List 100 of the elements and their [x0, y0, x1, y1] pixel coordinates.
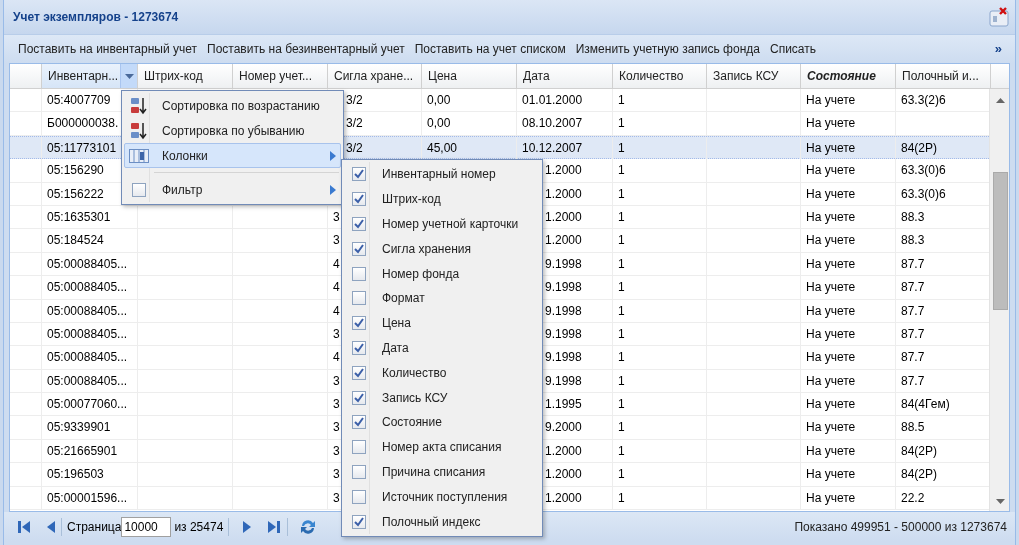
check-icon	[354, 194, 364, 205]
previous-page-icon[interactable]	[46, 518, 56, 535]
table-cell: 0,00	[422, 89, 517, 112]
table-cell: 05:21665901	[42, 439, 138, 463]
table-cell: 05:00001596...	[42, 486, 138, 510]
table-cell: 1	[613, 276, 707, 299]
scroll-down-icon[interactable]	[996, 499, 1006, 504]
toolbar-button[interactable]: Поставить на безинвентарный учет	[202, 39, 410, 59]
check-icon	[354, 367, 364, 378]
check-icon	[354, 169, 364, 180]
table-cell: 08.10.2007	[517, 112, 613, 135]
table-cell: 1	[613, 205, 707, 229]
checkbox[interactable]	[352, 291, 366, 306]
refresh-icon[interactable]	[299, 517, 318, 536]
table-cell: На учете	[801, 136, 896, 160]
table-cell: На учете	[801, 322, 896, 346]
columns-icon	[129, 148, 149, 163]
checkbox[interactable]	[352, 489, 366, 504]
table-cell: На учете	[801, 229, 896, 252]
check-icon	[354, 219, 364, 229]
sort-icon	[130, 121, 148, 140]
table-cell: 1	[613, 159, 707, 182]
check-icon	[354, 342, 364, 353]
page-label: Страница	[67, 518, 122, 536]
table-cell: На учете	[801, 439, 896, 463]
page-field[interactable]: 10000	[121, 516, 172, 537]
menu-item[interactable]: Полочный индекс	[344, 509, 540, 534]
window-title: Учет экземпляров - 1273674	[13, 9, 179, 26]
checkbox[interactable]	[352, 192, 366, 207]
column-header[interactable]: Полочный и...	[896, 64, 991, 88]
table-cell: 1	[613, 369, 707, 393]
checkbox[interactable]	[352, 514, 366, 529]
check-icon	[354, 417, 364, 428]
checkbox[interactable]	[352, 365, 366, 380]
caret-icon[interactable]	[125, 74, 134, 79]
table-cell: 1	[613, 112, 707, 135]
toolbar-button[interactable]: Поставить на учет списком	[409, 39, 571, 59]
table-cell: 1	[613, 252, 707, 276]
column-header[interactable]: Количество	[613, 64, 707, 88]
overflow-button[interactable]: »	[989, 39, 1007, 59]
table-cell: 05:00077060...	[42, 393, 138, 416]
next-page-icon[interactable]	[242, 518, 253, 535]
column-header[interactable]: Штрих-код	[138, 64, 233, 88]
checkbox[interactable]	[352, 167, 366, 182]
checkbox[interactable]	[352, 340, 366, 355]
checkbox[interactable]	[352, 241, 366, 256]
table-cell: На учете	[801, 393, 896, 416]
table-cell: 05:00088405...	[42, 299, 138, 322]
table-cell: На учете	[801, 159, 896, 182]
checkbox[interactable]	[352, 316, 366, 331]
table-cell: 1	[613, 393, 707, 416]
column-header[interactable]: Инвентарн...	[42, 64, 138, 88]
checkbox[interactable]	[352, 415, 366, 430]
table-cell: На учете	[801, 276, 896, 299]
table-cell: 05:184524	[42, 229, 138, 252]
table-cell: На учете	[801, 369, 896, 393]
table-cell: 05:00088405...	[42, 369, 138, 393]
check-icon	[354, 516, 364, 527]
table-cell: На учете	[801, 205, 896, 229]
checkbox[interactable]	[352, 390, 366, 405]
table-cell: 1	[613, 416, 707, 439]
table-cell: 05:196503	[42, 463, 138, 486]
column-header[interactable]: Сигла хране...	[328, 64, 422, 88]
close-icon[interactable]	[989, 7, 1009, 27]
column-header[interactable]: Цена	[422, 64, 517, 88]
scrollbar-thumb[interactable]	[993, 172, 1009, 310]
table-cell: 05:00088405...	[42, 276, 138, 299]
toolbar-button[interactable]: Поставить на инвентарный учет	[13, 39, 203, 59]
table-cell: На учете	[801, 182, 896, 205]
column-header[interactable]: Номер учет...	[233, 64, 328, 88]
table-cell: На учете	[801, 416, 896, 439]
menu-item[interactable]: Колонки	[124, 143, 341, 168]
table-cell: 0,00	[422, 112, 517, 135]
table-cell: 1	[613, 299, 707, 322]
table-cell: 1	[613, 322, 707, 346]
table-cell: На учете	[801, 486, 896, 510]
page-count: из 25474	[174, 518, 224, 536]
table-cell: 1	[613, 89, 707, 112]
column-header[interactable]: Состояние	[801, 64, 896, 88]
checkbox[interactable]	[132, 182, 146, 197]
checkbox[interactable]	[352, 464, 366, 479]
column-header[interactable]: Дата	[517, 64, 613, 88]
table-cell: На учете	[801, 299, 896, 322]
toolbar-button[interactable]: Изменить учетную запись фонда	[570, 39, 765, 59]
checkbox[interactable]	[352, 266, 366, 281]
table-cell: 1	[613, 439, 707, 463]
table-cell: На учете	[801, 252, 896, 276]
check-icon	[354, 243, 364, 254]
scroll-up-icon[interactable]	[996, 98, 1006, 103]
paging-info: Показано 499951 - 500000 из 1273674	[794, 518, 1007, 536]
checkbox[interactable]	[352, 217, 366, 231]
toolbar-button[interactable]: Списать	[764, 39, 821, 59]
column-header[interactable]: Запись КСУ	[707, 64, 801, 88]
check-icon	[354, 318, 364, 329]
table-cell: 1	[613, 182, 707, 205]
last-page-icon[interactable]	[266, 518, 283, 535]
first-page-icon[interactable]	[16, 518, 32, 535]
submenu-arrow-icon	[330, 150, 336, 161]
table-cell: На учете	[801, 346, 896, 369]
checkbox[interactable]	[352, 440, 366, 455]
